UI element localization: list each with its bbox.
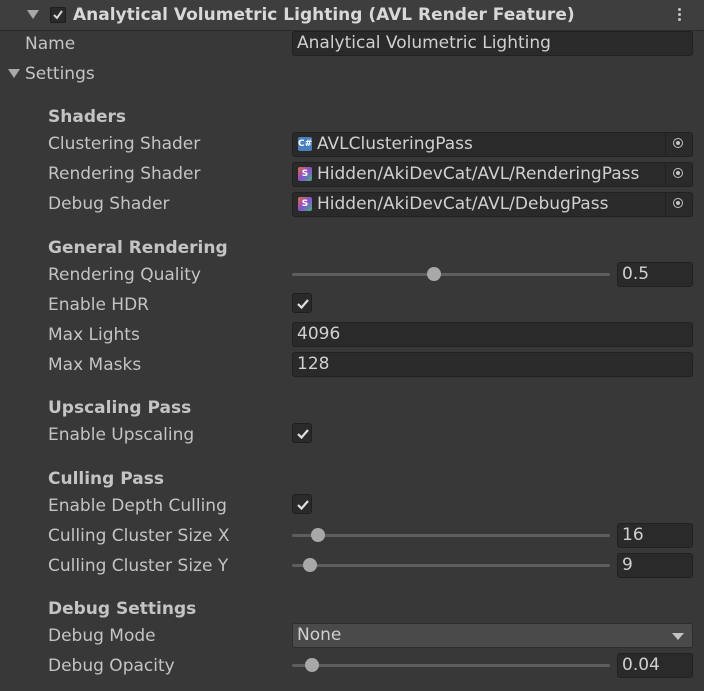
- csharp-script-icon: C#: [298, 137, 313, 151]
- component-header: Analytical Volumetric Lighting (AVL Rend…: [0, 0, 704, 31]
- culling-cluster-size-y-input[interactable]: 9: [617, 553, 693, 578]
- debug-settings-heading: Debug Settings: [48, 599, 197, 619]
- debug-opacity-input[interactable]: 0.04: [617, 653, 693, 678]
- rendering-shader-value: Hidden/AkiDevCat/AVL/RenderingPass: [317, 164, 640, 184]
- shader-icon: S: [298, 197, 312, 211]
- settings-label[interactable]: Settings: [25, 64, 95, 84]
- culling-cluster-size-x-slider-track[interactable]: [292, 534, 610, 537]
- component-enabled-checkbox[interactable]: [50, 7, 66, 23]
- object-picker-button[interactable]: [665, 163, 692, 186]
- debug-opacity-slider-track[interactable]: [292, 664, 610, 667]
- general-rendering-heading: General Rendering: [48, 238, 228, 258]
- rendering-shader-label: Rendering Shader: [48, 164, 201, 184]
- rendering-quality-label: Rendering Quality: [48, 265, 201, 285]
- dropdown-arrow-icon: [672, 633, 684, 640]
- rendering-quality-input[interactable]: 0.5: [617, 262, 693, 287]
- name-input[interactable]: Analytical Volumetric Lighting: [292, 31, 693, 56]
- checkmark-icon: [297, 429, 309, 440]
- settings-foldout-icon[interactable]: [8, 69, 20, 78]
- debug-mode-dropdown[interactable]: None: [292, 623, 693, 648]
- max-masks-input[interactable]: 128: [292, 352, 693, 377]
- rendering-quality-slider-thumb[interactable]: [427, 267, 441, 281]
- rendering-shader-field[interactable]: S Hidden/AkiDevCat/AVL/RenderingPass: [292, 162, 693, 187]
- component-menu-icon[interactable]: [678, 8, 682, 23]
- clustering-shader-label: Clustering Shader: [48, 134, 201, 154]
- culling-cluster-size-x-label: Culling Cluster Size X: [48, 526, 230, 546]
- culling-cluster-size-y-label: Culling Cluster Size Y: [48, 556, 229, 576]
- debug-shader-label: Debug Shader: [48, 194, 170, 214]
- max-lights-input[interactable]: 4096: [292, 322, 693, 347]
- enable-upscaling-checkbox[interactable]: [292, 423, 312, 443]
- shader-icon: S: [298, 167, 312, 181]
- max-masks-label: Max Masks: [48, 355, 142, 375]
- culling-cluster-size-x-input[interactable]: 16: [617, 523, 693, 548]
- checkmark-icon: [297, 299, 309, 310]
- shaders-heading: Shaders: [48, 107, 127, 127]
- object-picker-button[interactable]: [665, 193, 692, 216]
- object-picker-button[interactable]: [665, 133, 692, 156]
- component-title: Analytical Volumetric Lighting (AVL Rend…: [73, 5, 575, 25]
- debug-shader-field[interactable]: S Hidden/AkiDevCat/AVL/DebugPass: [292, 192, 693, 217]
- debug-opacity-label: Debug Opacity: [48, 656, 175, 676]
- culling-cluster-size-x-slider-thumb[interactable]: [311, 528, 325, 542]
- enable-depth-culling-checkbox[interactable]: [292, 494, 312, 514]
- enable-hdr-checkbox[interactable]: [292, 293, 312, 313]
- clustering-shader-field[interactable]: C# AVLClusteringPass: [292, 132, 693, 157]
- name-label: Name: [25, 34, 76, 54]
- debug-shader-value: Hidden/AkiDevCat/AVL/DebugPass: [317, 194, 609, 214]
- enable-upscaling-label: Enable Upscaling: [48, 425, 195, 445]
- upscaling-pass-heading: Upscaling Pass: [48, 398, 192, 418]
- culling-cluster-size-y-slider-track[interactable]: [292, 564, 610, 567]
- culling-cluster-size-y-slider-thumb[interactable]: [303, 558, 317, 572]
- culling-pass-heading: Culling Pass: [48, 469, 164, 489]
- max-lights-label: Max Lights: [48, 325, 140, 345]
- clustering-shader-value: AVLClusteringPass: [317, 134, 473, 154]
- debug-mode-value: None: [297, 625, 342, 645]
- enable-hdr-label: Enable HDR: [48, 295, 149, 315]
- debug-mode-label: Debug Mode: [48, 626, 156, 646]
- rendering-quality-slider-track[interactable]: [292, 273, 610, 276]
- enable-depth-culling-label: Enable Depth Culling: [48, 496, 227, 516]
- debug-opacity-slider-thumb[interactable]: [305, 658, 319, 672]
- checkmark-icon: [297, 500, 309, 511]
- checkmark-icon: [53, 10, 63, 20]
- foldout-expanded-icon[interactable]: [27, 10, 39, 19]
